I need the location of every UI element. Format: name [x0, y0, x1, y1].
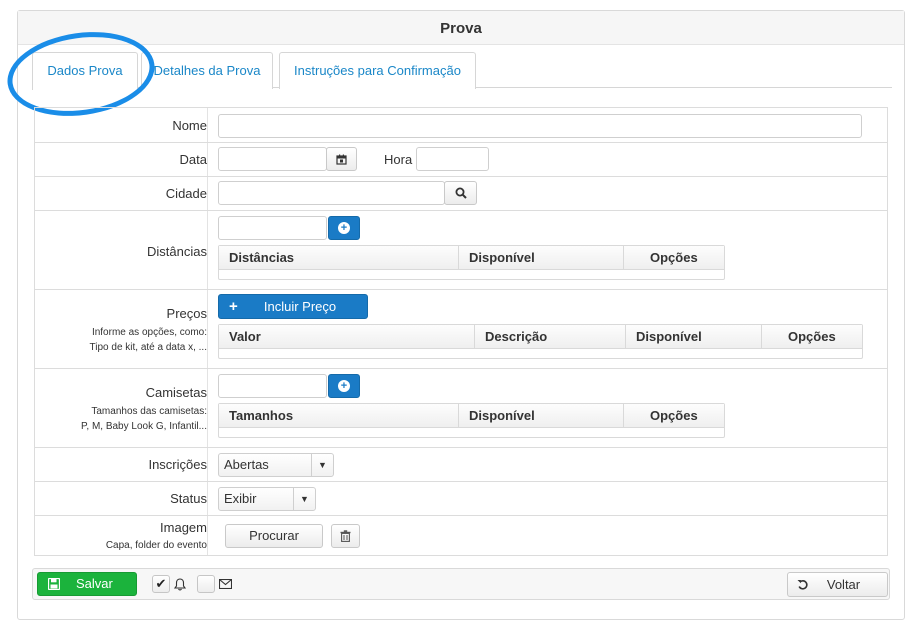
distancia-input[interactable] — [218, 216, 327, 240]
data-label: Data — [179, 152, 207, 167]
precos-hint: Informe as opções, como: Tipo de kit, até… — [35, 325, 207, 355]
status-selected: Exibir — [224, 491, 257, 506]
incluir-preco-button[interactable]: + Incluir Preço — [218, 294, 368, 319]
row-imagem: Imagem Capa, folder do evento Procurar — [35, 516, 887, 556]
nome-label: Nome — [172, 118, 207, 133]
distancias-grid-header: Distâncias Disponível Opções — [219, 246, 724, 270]
status-select[interactable]: Exibir ▼ — [218, 487, 316, 511]
delete-image-button[interactable] — [331, 524, 360, 548]
data-input[interactable] — [218, 147, 327, 171]
precos-grid: Valor Descrição Disponível Opções — [218, 324, 863, 359]
tab-bar: Dados Prova Detalhes da Prova Instruções… — [32, 52, 892, 90]
plus-icon: + — [229, 298, 238, 315]
calendar-button[interactable] — [326, 147, 357, 171]
cidade-label: Cidade — [165, 186, 207, 201]
notify-checkbox[interactable]: ✔ — [152, 575, 170, 593]
row-status: Status Exibir ▼ — [35, 482, 887, 516]
back-button[interactable]: Voltar — [787, 572, 888, 597]
row-data: Data Hora — [35, 143, 887, 177]
camisetas-hint-line2: P, M, Baby Look G, Infantil... — [81, 421, 207, 432]
cidade-input[interactable] — [218, 181, 445, 205]
hora-input[interactable] — [416, 147, 489, 171]
col-disponivel[interactable]: Disponível — [459, 246, 624, 269]
incluir-preco-label: Incluir Preço — [263, 299, 337, 314]
col-disponivel[interactable]: Disponível — [626, 325, 762, 348]
tab-dados-prova[interactable]: Dados Prova — [32, 52, 138, 90]
row-distancias: Distâncias + Distâncias Disponível Opçõe… — [35, 211, 887, 290]
imagem-label: Imagem — [160, 520, 207, 535]
nome-input[interactable] — [218, 114, 862, 138]
row-nome: Nome — [35, 108, 887, 143]
camiseta-input[interactable] — [218, 374, 327, 398]
col-opcoes[interactable]: Opções — [624, 404, 724, 427]
col-disponivel[interactable]: Disponível — [459, 404, 624, 427]
precos-label: Preços — [166, 306, 207, 321]
camisetas-grid-header: Tamanhos Disponível Opções — [219, 404, 724, 428]
col-opcoes[interactable]: Opções — [624, 246, 724, 269]
col-distancias[interactable]: Distâncias — [219, 246, 459, 269]
tab-detalhes-prova[interactable]: Detalhes da Prova — [141, 52, 273, 89]
precos-hint-line1: Informe as opções, como: — [91, 327, 207, 338]
camisetas-hint: Tamanhos das camisetas: P, M, Baby Look G… — [35, 404, 207, 434]
add-camiseta-button[interactable]: + — [328, 374, 360, 398]
status-label: Status — [170, 491, 207, 506]
envelope-icon — [219, 579, 232, 589]
dados-prova-form: Nome Data Hora Cidade Distâncias + Distâ… — [34, 107, 888, 556]
save-button[interactable]: Salvar — [37, 572, 137, 596]
col-tamanhos[interactable]: Tamanhos — [219, 404, 459, 427]
chevron-down-icon: ▼ — [311, 454, 333, 476]
hora-label: Hora — [384, 152, 413, 167]
precos-grid-header: Valor Descrição Disponível Opções — [219, 325, 862, 349]
plus-circle-icon: + — [338, 221, 350, 234]
chevron-down-icon: ▼ — [293, 488, 315, 510]
distancias-label: Distâncias — [147, 244, 207, 259]
checkmark-icon: ✔ — [155, 576, 167, 591]
col-valor[interactable]: Valor — [219, 325, 475, 348]
row-camisetas: Camisetas Tamanhos das camisetas: P, M, B… — [35, 369, 887, 448]
add-distancia-button[interactable]: + — [328, 216, 360, 240]
row-cidade: Cidade — [35, 177, 887, 211]
save-label: Salvar — [76, 576, 113, 591]
back-label: Voltar — [826, 577, 861, 592]
col-descricao[interactable]: Descrição — [475, 325, 626, 348]
camisetas-grid: Tamanhos Disponível Opções — [218, 403, 725, 438]
email-checkbox[interactable] — [197, 575, 215, 593]
camisetas-hint-line1: Tamanhos das camisetas: — [91, 406, 207, 417]
undo-icon — [797, 580, 808, 590]
form-footer: Salvar ✔ Voltar — [32, 568, 890, 600]
floppy-disk-icon — [48, 578, 60, 590]
trash-icon — [340, 530, 351, 542]
precos-hint-line2: Tipo de kit, até a data x, ... — [89, 342, 207, 353]
procurar-button[interactable]: Procurar — [225, 524, 323, 548]
tab-instrucoes-confirmacao[interactable]: Instruções para Confirmação — [279, 52, 476, 89]
row-precos: Preços Informe as opções, como: Tipo de k… — [35, 290, 887, 369]
inscricoes-select[interactable]: Abertas ▼ — [218, 453, 334, 477]
imagem-hint: Capa, folder do evento — [105, 540, 207, 551]
plus-circle-icon: + — [338, 379, 350, 392]
camisetas-label: Camisetas — [145, 385, 207, 400]
bell-icon — [174, 578, 186, 591]
col-opcoes[interactable]: Opções — [762, 325, 862, 348]
row-inscricoes: Inscrições Abertas ▼ — [35, 448, 887, 482]
search-button[interactable] — [444, 181, 477, 205]
calendar-icon — [336, 154, 347, 165]
inscricoes-selected: Abertas — [224, 457, 269, 472]
distancias-grid: Distâncias Disponível Opções — [218, 245, 725, 280]
inscricoes-label: Inscrições — [148, 457, 207, 472]
panel-title: Prova — [18, 11, 904, 45]
search-icon — [455, 187, 467, 199]
